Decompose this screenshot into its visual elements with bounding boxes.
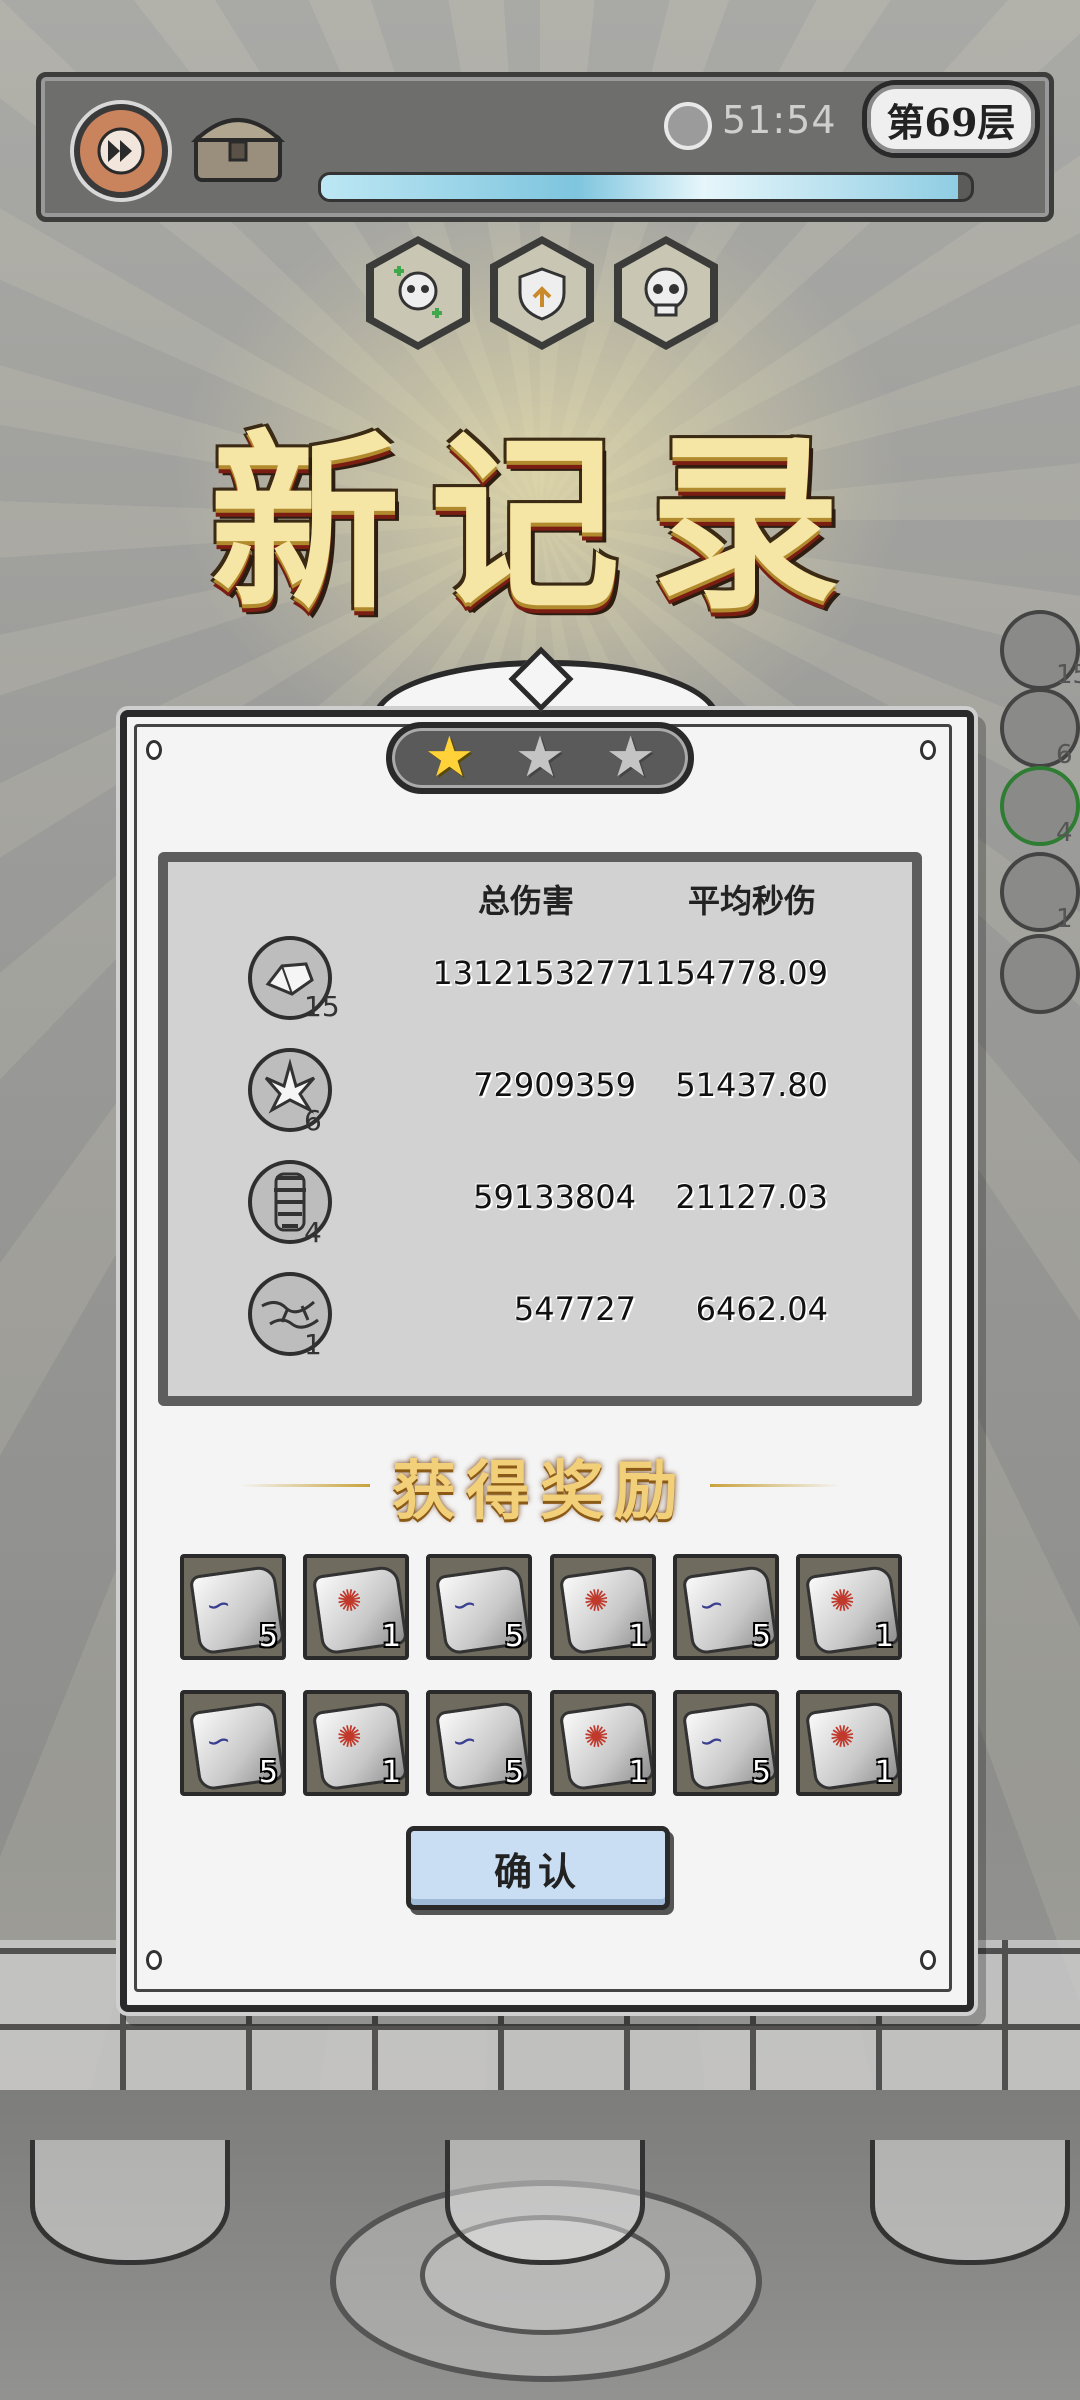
- timer-text: 51:54: [722, 98, 837, 142]
- reward-sun-stone[interactable]: ✺ 1: [550, 1554, 656, 1660]
- star-icon-2: ★: [514, 725, 566, 790]
- floor-badge: 第69层: [862, 80, 1040, 158]
- rivet: [146, 740, 162, 760]
- reward-rune-stone[interactable]: ∽ 5: [673, 1690, 779, 1796]
- reward-sun-stone[interactable]: ✺ 1: [796, 1690, 902, 1796]
- skull-icon: [644, 267, 688, 317]
- avg-dps-value: 21127.03: [675, 1178, 828, 1216]
- header-avg-dps: 平均秒伤: [688, 882, 817, 920]
- reward-count: 1: [381, 1755, 401, 1790]
- star-icon-3: ★: [605, 725, 656, 790]
- reward-rune-stone[interactable]: ∽ 5: [673, 1554, 779, 1660]
- reward-sun-stone[interactable]: ✺ 1: [303, 1554, 409, 1660]
- rewards-title: 获得奖励: [392, 1454, 688, 1529]
- rivet: [920, 740, 936, 760]
- reward-count: 1: [628, 1619, 648, 1654]
- shield-up-icon: [518, 267, 566, 321]
- header-total-damage: 总伤害: [478, 882, 575, 920]
- spawn-ring-right: [870, 2140, 1070, 2265]
- side-hero-5[interactable]: [1000, 934, 1080, 1014]
- side-hero-count: 4: [1056, 818, 1073, 848]
- side-hero-count: 15: [1056, 660, 1080, 690]
- reward-rune-stone[interactable]: ∽ 5: [180, 1554, 286, 1660]
- reward-count: 5: [258, 1755, 278, 1790]
- star-icon-1: ★: [424, 725, 475, 790]
- wave-progress-fill: [321, 175, 958, 199]
- rivet: [146, 1950, 162, 1970]
- reward-count: 5: [504, 1619, 524, 1654]
- reward-sun-stone[interactable]: ✺ 1: [303, 1690, 409, 1796]
- fast-forward-icon: [97, 127, 145, 175]
- spawn-ring-center: [445, 2140, 645, 2265]
- reward-sun-stone[interactable]: ✺ 1: [550, 1690, 656, 1796]
- avg-dps-value: 6462.04: [695, 1290, 828, 1328]
- rivet: [920, 1950, 936, 1970]
- skill-level: 15: [304, 990, 340, 1023]
- spawn-ring-left: [30, 2140, 230, 2265]
- wave-progress-bar: [318, 172, 974, 202]
- skill-level: 6: [304, 1104, 322, 1137]
- skull-heal-icon: [394, 266, 442, 318]
- treasure-chest-icon[interactable]: [190, 106, 286, 186]
- confirm-button[interactable]: 确认: [406, 1826, 670, 1910]
- fast-forward-button[interactable]: [74, 104, 168, 198]
- clock-icon: [664, 102, 712, 150]
- avg-dps-value: 51437.80: [675, 1066, 828, 1104]
- star-rating: ★ ★ ★: [386, 722, 694, 794]
- side-hero-count: 1: [1056, 904, 1073, 934]
- reward-rune-stone[interactable]: ∽ 5: [180, 1690, 286, 1796]
- reward-rune-stone[interactable]: ∽ 5: [426, 1554, 532, 1660]
- reward-sun-stone[interactable]: ✺ 1: [796, 1554, 902, 1660]
- reward-count: 5: [751, 1755, 771, 1790]
- avg-dps-value: 1154778.09: [634, 954, 828, 992]
- side-hero-count: 6: [1056, 740, 1073, 770]
- reward-rune-stone[interactable]: ∽ 5: [426, 1690, 532, 1796]
- skill-level: 4: [304, 1216, 322, 1249]
- reward-count: 1: [381, 1619, 401, 1654]
- skill-level: 1: [304, 1328, 322, 1361]
- reward-count: 1: [874, 1619, 894, 1654]
- reward-count: 5: [751, 1619, 771, 1654]
- reward-count: 5: [504, 1755, 524, 1790]
- new-record-title: 新记录: [209, 412, 870, 635]
- reward-count: 1: [874, 1755, 894, 1790]
- reward-count: 5: [258, 1619, 278, 1654]
- reward-count: 1: [628, 1755, 648, 1790]
